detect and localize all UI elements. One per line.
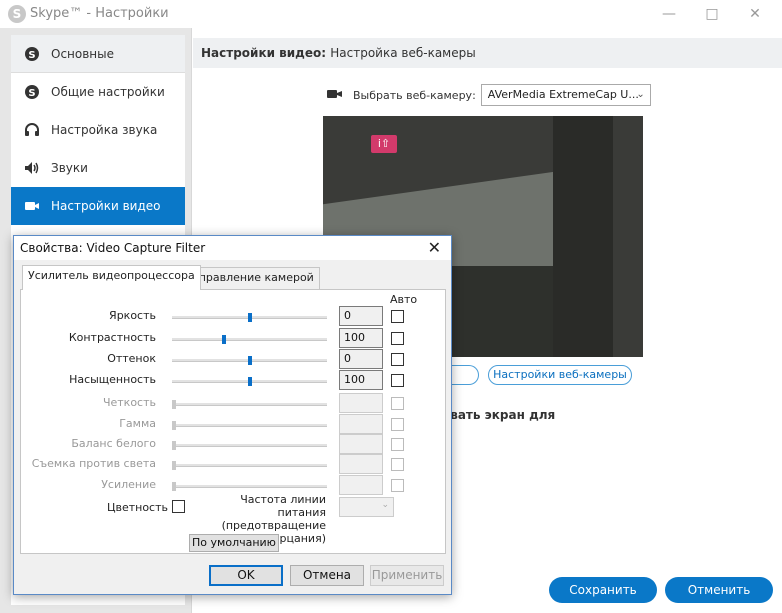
property-label: Баланс белого [71, 437, 156, 450]
headphones-icon [24, 122, 40, 138]
property-label: Гамма [119, 417, 156, 430]
property-value-field [339, 393, 383, 413]
property-slider[interactable] [172, 313, 327, 322]
close-icon[interactable]: ✕ [740, 4, 770, 24]
property-slider [172, 461, 327, 470]
close-icon[interactable]: ✕ [428, 236, 441, 260]
sidebar-header-general[interactable]: S Основные [11, 35, 185, 73]
camera-select[interactable]: AVerMedia ExtremeCap U... ⌄ [480, 84, 651, 106]
tab-camera-control[interactable]: Управление камерой [186, 267, 320, 289]
property-slider[interactable] [172, 356, 327, 365]
maximize-icon[interactable]: □ [697, 4, 727, 24]
tab-video-proc-amp[interactable]: Усилитель видеопроцессора [22, 265, 201, 290]
slider-thumb[interactable] [222, 335, 226, 344]
chevron-down-icon: ⌄ [381, 500, 389, 510]
slider-thumb[interactable] [248, 377, 252, 386]
property-value-field [339, 434, 383, 454]
video-camera-icon [24, 198, 40, 214]
slider-thumb [172, 441, 176, 450]
property-slider [172, 400, 327, 409]
save-button[interactable]: Сохранить [549, 577, 657, 603]
window-title: Skype™ - Настройки [30, 6, 169, 21]
preview-shape [553, 116, 613, 357]
property-value-field[interactable]: 0 [339, 306, 383, 326]
sidebar-item-sounds[interactable]: Звуки [11, 149, 185, 187]
dialog-cancel-button[interactable]: Отмена [290, 565, 364, 586]
speaker-icon [24, 160, 40, 176]
property-value-field[interactable]: 100 [339, 370, 383, 390]
property-slider [172, 441, 327, 450]
auto-checkbox [391, 438, 404, 451]
svg-text:S: S [28, 88, 35, 99]
preview-badge-icon: i⇧ [371, 135, 397, 153]
page-title-subtitle: Настройка веб-камеры [330, 46, 476, 60]
property-label: Съемка против света [31, 457, 156, 470]
property-slider[interactable] [172, 335, 327, 344]
skype-icon: S [24, 46, 40, 62]
auto-checkbox[interactable] [391, 310, 404, 323]
property-label: Усиление [101, 478, 156, 491]
sidebar-item-label: Общие настройки [51, 85, 165, 99]
property-value-field [339, 414, 383, 434]
property-label: Насыщенность [69, 373, 156, 386]
webcam-settings-button[interactable]: Настройки веб-камеры [488, 365, 632, 385]
auto-checkbox[interactable] [391, 332, 404, 345]
skype-icon: S [24, 84, 40, 100]
auto-checkbox [391, 458, 404, 471]
slider-thumb [172, 482, 176, 491]
color-checkbox[interactable] [172, 500, 185, 513]
cancel-button[interactable]: Отменить [665, 577, 773, 603]
slider-thumb [172, 421, 176, 430]
slider-thumb [172, 461, 176, 470]
auto-column-header: Авто [390, 293, 418, 306]
sidebar-item-label: Настройки видео [51, 199, 161, 213]
color-label: Цветность [106, 501, 168, 514]
property-value-field[interactable]: 0 [339, 349, 383, 369]
property-label: Контрастность [68, 331, 156, 344]
property-slider[interactable] [172, 377, 327, 386]
chevron-down-icon: ⌄ [636, 89, 645, 100]
ok-button[interactable]: OK [209, 565, 283, 586]
dialog-title: Свойства: Video Capture Filter [14, 236, 451, 260]
camera-select-label: Выбрать веб-камеру: [353, 88, 476, 102]
slider-thumb[interactable] [248, 313, 252, 322]
property-label: Четкость [102, 396, 156, 409]
camera-select-value: AVerMedia ExtremeCap U... [487, 88, 639, 101]
sidebar-item-label: Настройка звука [51, 123, 158, 137]
property-label: Оттенок [107, 352, 156, 365]
sidebar-item-general-settings[interactable]: S Общие настройки [11, 73, 185, 111]
auto-checkbox[interactable] [391, 374, 404, 387]
skype-icon: S [8, 5, 26, 23]
auto-checkbox [391, 479, 404, 492]
video-capture-filter-dialog: Свойства: Video Capture Filter ✕ Усилите… [13, 235, 452, 595]
power-line-frequency-select[interactable]: ⌄ [339, 497, 394, 517]
slider-thumb[interactable] [248, 356, 252, 365]
page-title-section: Настройки видео: [201, 46, 327, 60]
property-slider [172, 482, 327, 491]
auto-checkbox[interactable] [391, 353, 404, 366]
slider-thumb [172, 400, 176, 409]
property-value-field[interactable]: 100 [339, 328, 383, 348]
sidebar-item-video-settings[interactable]: Настройки видео [11, 187, 185, 225]
sidebar-item-audio-settings[interactable]: Настройка звука [11, 111, 185, 149]
sidebar-header-label: Основные [51, 46, 115, 61]
page-title: Настройки видео: Настройка веб-камеры [193, 38, 782, 68]
title-bar: S Skype™ - Настройки — □ ✕ [0, 0, 782, 28]
property-value-field [339, 475, 383, 495]
property-value-field [339, 454, 383, 474]
minimize-icon[interactable]: — [654, 4, 684, 24]
svg-text:S: S [28, 50, 35, 61]
camera-select-row: Выбрать веб-камеру: AVerMedia ExtremeCap… [327, 84, 651, 106]
property-slider [172, 421, 327, 430]
default-button[interactable]: По умолчанию [189, 534, 279, 552]
auto-checkbox [391, 397, 404, 410]
apply-button[interactable]: Применить [370, 565, 444, 586]
video-camera-icon [327, 88, 343, 103]
sidebar-item-label: Звуки [51, 161, 88, 175]
auto-checkbox [391, 418, 404, 431]
property-label: Яркость [109, 309, 156, 322]
